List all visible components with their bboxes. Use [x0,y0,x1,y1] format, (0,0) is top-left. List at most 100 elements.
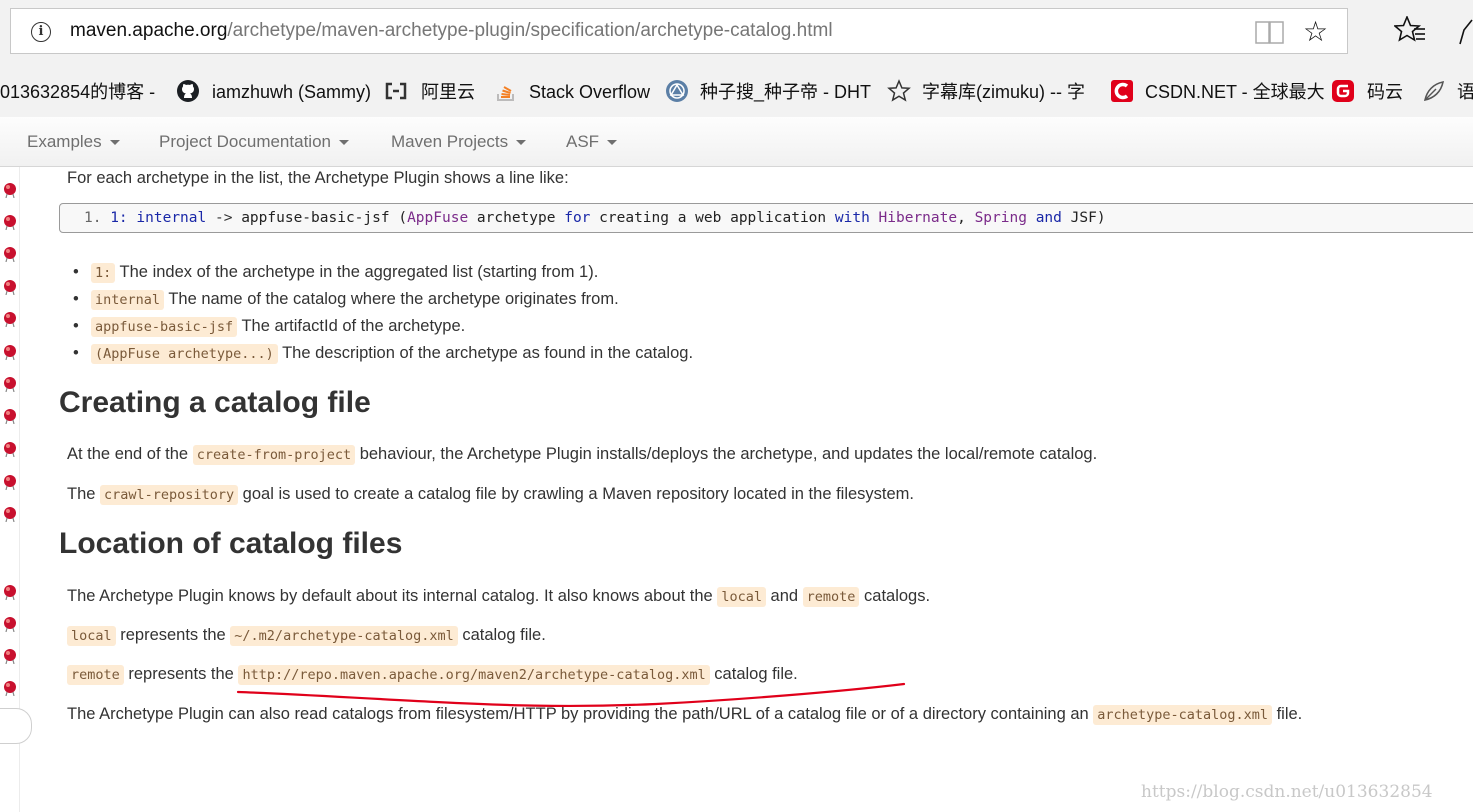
reading-view-icon[interactable] [1255,20,1285,46]
url-text[interactable]: maven.apache.org/archetype/maven-archety… [70,20,833,42]
list-item-text: The artifactId of the archetype. [237,317,466,335]
code-token-artifact: appfuse-basic-jsf ( [241,210,408,226]
inline-code: ~/.m2/archetype-catalog.xml [230,626,458,646]
intro-paragraph: For each archetype in the list, the Arch… [67,169,569,187]
code-token-comma: , [957,210,966,226]
url-path: /archetype/maven-archetype-plugin/specif… [227,20,833,41]
gitee-icon [1332,80,1354,102]
nav-asf-label: ASF [566,132,600,151]
inline-code: internal [91,290,165,310]
caret-down-icon [516,140,527,146]
aliyun-icon [385,82,407,100]
inline-code: remote [67,665,124,685]
code-token-hibernate: Hibernate [878,210,958,226]
favorite-star-icon[interactable]: ☆ [1303,18,1328,46]
token-description-list: 1: The index of the archetype in the agg… [73,261,693,369]
nav-asf[interactable]: ASF [566,132,618,152]
paragraph-read-catalogs: The Archetype Plugin can also read catal… [67,703,1302,726]
bookmark-gitee[interactable]: 码云 [1367,81,1403,103]
site-navbar: Examples Project Documentation Maven Pro… [0,117,1473,167]
watermark: https://blog.csdn.net/u013632854 [1141,782,1433,802]
nav-project-documentation[interactable]: Project Documentation [159,132,349,152]
torrent-icon [666,80,688,102]
text: The Archetype Plugin can also read catal… [67,705,1094,723]
address-bar[interactable]: i maven.apache.org/archetype/maven-arche… [10,8,1348,54]
list-item: appfuse-basic-jsf The artifactId of the … [73,315,693,342]
text: represents the [123,665,239,683]
list-item: internal The name of the catalog where t… [73,288,693,315]
bookmark-stackoverflow[interactable]: Stack Overflow [529,81,650,103]
code-token-archetype: archetype [476,210,556,226]
text: represents the [115,626,231,644]
code-token-arrow: -> [214,210,233,226]
code-token-and: and [1035,210,1062,226]
bookmark-aliyun[interactable]: 阿里云 [421,81,475,103]
heading-creating-catalog: Creating a catalog file [59,386,371,419]
code-token-index: 1: [110,210,128,226]
text: catalog file. [457,626,546,644]
text: goal is used to create a catalog file by… [238,485,915,503]
web-note-icon[interactable] [1458,18,1473,46]
paragraph-default-catalogs: The Archetype Plugin knows by default ab… [67,585,930,608]
bookmark-csdn[interactable]: CSDN.NET - 全球最大 [1145,81,1325,103]
bookmark-torrent[interactable]: 种子搜_种子帝 - DHT [700,81,871,103]
code-token-appfuse: AppFuse [407,210,469,226]
code-token-spring: Spring [974,210,1027,226]
code-line-number: 1. [84,210,102,226]
gutter-marker-icon [4,475,16,490]
left-edge-tab[interactable] [0,708,32,744]
text: and [765,587,803,605]
browser-toolbar: i maven.apache.org/archetype/maven-arche… [0,0,1473,66]
inline-code: (AppFuse archetype...) [91,344,278,364]
text: behaviour, the Archetype Plugin installs… [355,445,1098,463]
bookmark-blog[interactable]: 013632854的博客 - [0,81,155,103]
gutter-marker-icon [4,377,16,392]
gutter-marker-icon [4,345,16,360]
github-icon [177,80,199,102]
heading-location-catalog: Location of catalog files [59,527,403,560]
gutter-marker-icon [4,409,16,424]
text: The [67,485,101,503]
caret-down-icon [338,140,349,146]
inline-code: remote [802,587,860,607]
text: The Archetype Plugin knows by default ab… [67,587,718,605]
gutter-marker-icon [4,442,16,457]
text: catalogs. [859,587,931,605]
text: At the end of the [67,445,193,463]
bookmark-zimuku[interactable]: 字幕库(zimuku) -- 字 [922,81,1085,103]
url-host: maven.apache.org [70,20,228,41]
gutter-marker-icon [4,247,16,262]
inline-code: archetype-catalog.xml [1093,705,1272,725]
inline-code: crawl-repository [100,485,239,505]
code-token-with: with [834,210,870,226]
text: file. [1271,705,1303,723]
list-item-text: The name of the catalog where the archet… [164,290,619,308]
info-icon[interactable]: i [31,22,51,42]
gutter-marker-icon [4,681,16,696]
inline-code: 1: [91,263,116,283]
paragraph-crawl-repository: The crawl-repository goal is used to cre… [67,483,914,506]
paragraph-local-catalog: local represents the ~/.m2/archetype-cat… [67,624,546,647]
inline-code: create-from-project [192,445,356,465]
gutter-marker-icon [4,507,16,522]
list-item-text: The index of the archetype in the aggreg… [115,263,599,281]
gutter-marker-icon [4,649,16,664]
gutter-marker-icon [4,312,16,327]
bookmark-github[interactable]: iamzhuwh (Sammy) [212,81,371,103]
star-outline-icon [887,79,911,102]
gutter-marker-icon [4,280,16,295]
nav-examples-label: Examples [27,132,102,151]
list-item: 1: The index of the archetype in the agg… [73,261,693,288]
gutter-marker-icon [4,183,16,198]
nav-maven-projects[interactable]: Maven Projects [391,132,527,152]
nav-examples[interactable]: Examples [27,132,120,152]
code-token-jsf: JSF) [1070,210,1106,226]
favorites-hub-icon[interactable] [1394,16,1426,44]
gutter-marker-icon [4,585,16,600]
csdn-icon [1111,80,1133,102]
leaf-icon [1423,80,1445,102]
nav-project-documentation-label: Project Documentation [159,132,331,151]
list-item-text: The description of the archetype as foun… [277,344,694,362]
list-item: (AppFuse archetype...) The description o… [73,342,693,369]
bookmark-more[interactable]: 语 [1457,81,1473,103]
